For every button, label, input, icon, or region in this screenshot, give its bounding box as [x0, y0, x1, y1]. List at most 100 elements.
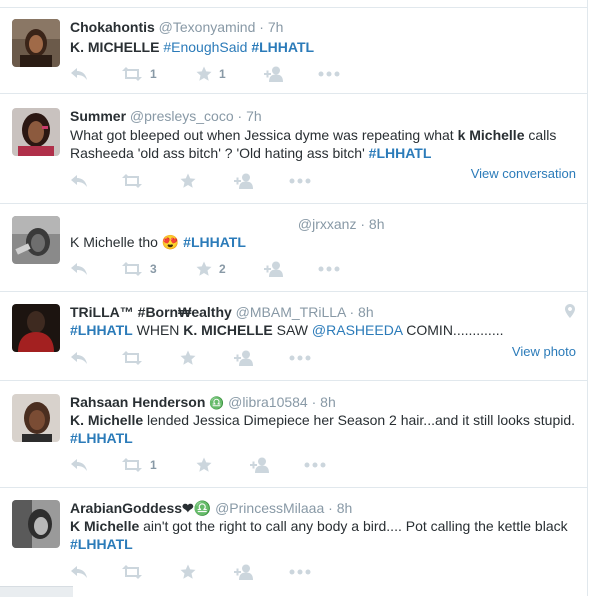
star-icon	[196, 261, 212, 277]
favorite-button[interactable]: 1	[196, 65, 226, 83]
follow-icon[interactable]	[250, 456, 272, 474]
separator-dot: ·	[328, 500, 333, 516]
follow-icon[interactable]	[234, 349, 256, 367]
hashtag-text: #LHHATL	[70, 536, 133, 552]
star-icon[interactable]	[180, 563, 196, 581]
reply-icon[interactable]	[70, 349, 88, 367]
tweet-fullname[interactable]: Summer	[70, 108, 126, 124]
tweet-text: What got bleeped out when Jessica dyme w…	[70, 126, 576, 162]
hashtag-text: #LHHATL	[70, 322, 133, 338]
favorite-count: 1	[219, 67, 226, 81]
tweet-text-segment: lended Jessica Dimepiece her Season 2 ha…	[147, 412, 576, 428]
hashtag-link[interactable]: #LHHATL	[70, 322, 133, 338]
tweet-text-bold: K Michelle	[70, 518, 140, 534]
more-icon[interactable]	[289, 563, 311, 581]
tweet[interactable]: ArabianGoddess❤♎ @PrincessMilaaa · 8h K …	[0, 488, 588, 596]
tweet-text-bold: K. MICHELLE	[70, 39, 160, 55]
retweet-count: 1	[150, 67, 157, 81]
avatar[interactable]	[12, 304, 60, 352]
tweet-username[interactable]: @presleys_coco	[130, 108, 234, 124]
avatar[interactable]	[12, 19, 60, 67]
tweet-text-segment: K Michelle tho	[70, 234, 158, 250]
tweet[interactable]: Rahsaan Henderson ♎ @libra10584 · 8h K. …	[0, 381, 588, 488]
view-conversation-link[interactable]: View conversation	[471, 166, 576, 181]
avatar[interactable]	[12, 108, 60, 156]
retweet-button[interactable]: 1	[121, 65, 157, 83]
tweet-fullname[interactable]: Chokahontis	[70, 19, 155, 35]
reply-icon[interactable]	[70, 172, 88, 190]
timeline: Chokahontis @Texonyamind · 7h K. MICHELL…	[0, 0, 588, 597]
tweet-username[interactable]: @jrxxanz	[298, 216, 357, 232]
tweet[interactable]: @jrxxanz · 8h K Michelle tho 😍 #LHHATL 3…	[0, 204, 588, 292]
libra-symbol: ♎	[209, 396, 225, 410]
retweet-button[interactable]: 1	[121, 456, 157, 474]
hashtag-link[interactable]: #LHHATL	[70, 536, 133, 552]
tweet-fullname[interactable]: TRiLLA™ #Born₩ealthy	[70, 304, 232, 320]
separator-dot: ·	[311, 394, 317, 410]
tweet-username[interactable]: @Texonyamind	[159, 19, 256, 35]
follow-icon[interactable]	[234, 172, 256, 190]
tweet-username[interactable]: @MBAM_TRiLLA	[236, 304, 346, 320]
tweet-text-bold: K. Michelle	[70, 412, 144, 428]
reply-icon[interactable]	[70, 65, 88, 83]
retweet-button[interactable]: 3	[121, 260, 157, 278]
bottom-scroll-tab[interactable]	[0, 586, 73, 597]
follow-icon[interactable]	[264, 260, 286, 278]
tweet-text-segment: COMIN.............	[406, 322, 504, 338]
tweet[interactable]: Summer @presleys_coco · 7h What got blee…	[0, 94, 588, 204]
favorite-button[interactable]: 2	[196, 260, 226, 278]
follow-icon[interactable]	[264, 65, 286, 83]
tweet-text: K Michelle tho 😍 #LHHATL	[70, 233, 576, 251]
tweet-text-segment: SAW	[276, 322, 309, 338]
reply-icon[interactable]	[70, 563, 88, 581]
reply-icon[interactable]	[70, 456, 88, 474]
hashtag-link[interactable]: #LHHATL	[251, 39, 314, 55]
more-icon[interactable]	[289, 349, 311, 367]
separator-dot: ·	[349, 304, 355, 320]
tweet-username[interactable]: @libra10584	[228, 394, 308, 410]
hashtag-link[interactable]: #LHHATL	[369, 145, 432, 161]
hashtag-link[interactable]: #LHHATL	[183, 234, 246, 250]
retweet-icon[interactable]	[121, 172, 143, 190]
star-icon	[196, 66, 212, 82]
tweet-text-bold: k Michelle	[457, 127, 525, 143]
tweet-text-bold: K. MICHELLE	[183, 322, 273, 338]
follow-icon[interactable]	[234, 563, 256, 581]
tweet-fullname[interactable]: Rahsaan Henderson	[70, 394, 205, 410]
hashtag-link[interactable]: #EnoughSaid	[163, 39, 247, 55]
more-icon[interactable]	[304, 456, 326, 474]
avatar[interactable]	[12, 500, 60, 548]
view-photo-link[interactable]: View photo	[512, 344, 576, 359]
tweet-timestamp[interactable]: 7h	[246, 108, 262, 124]
tweet-text-segment: ain't got the right to call any body a b…	[143, 518, 568, 534]
tweet-username[interactable]: @PrincessMilaaa	[215, 500, 324, 516]
avatar[interactable]	[12, 216, 60, 264]
retweet-icon	[121, 262, 143, 276]
more-icon[interactable]	[318, 65, 340, 83]
heart-eyes-emoji: 😍	[161, 234, 180, 250]
avatar[interactable]	[12, 394, 60, 442]
retweet-icon	[121, 458, 143, 472]
retweet-icon[interactable]	[121, 349, 143, 367]
tweet-fullname[interactable]: ArabianGoddess❤♎	[70, 500, 211, 516]
more-icon[interactable]	[289, 172, 311, 190]
star-icon[interactable]	[196, 456, 212, 474]
tweet[interactable]: TRiLLA™ #Born₩ealthy @MBAM_TRiLLA · 8h #…	[0, 292, 588, 381]
star-icon[interactable]	[180, 172, 196, 190]
tweet-actions: 1	[70, 456, 370, 474]
tweet-timestamp[interactable]: 8h	[320, 394, 336, 410]
reply-icon[interactable]	[70, 260, 88, 278]
tweet-timestamp[interactable]: 8h	[337, 500, 353, 516]
separator-dot: ·	[259, 19, 264, 35]
retweet-count: 1	[150, 458, 157, 472]
tweet-timestamp[interactable]: 8h	[358, 304, 374, 320]
tweet-timestamp[interactable]: 7h	[268, 19, 284, 35]
more-icon[interactable]	[318, 260, 340, 278]
mention-link[interactable]: @RASHEEDA	[312, 322, 402, 338]
tweet-text-segment: What got bleeped out when Jessica dyme w…	[70, 127, 454, 143]
tweet-timestamp[interactable]: 8h	[369, 216, 385, 232]
tweet[interactable]: Chokahontis @Texonyamind · 7h K. MICHELL…	[0, 8, 588, 94]
star-icon[interactable]	[180, 349, 196, 367]
retweet-icon[interactable]	[121, 563, 143, 581]
hashtag-link[interactable]: #LHHATL	[70, 430, 133, 446]
